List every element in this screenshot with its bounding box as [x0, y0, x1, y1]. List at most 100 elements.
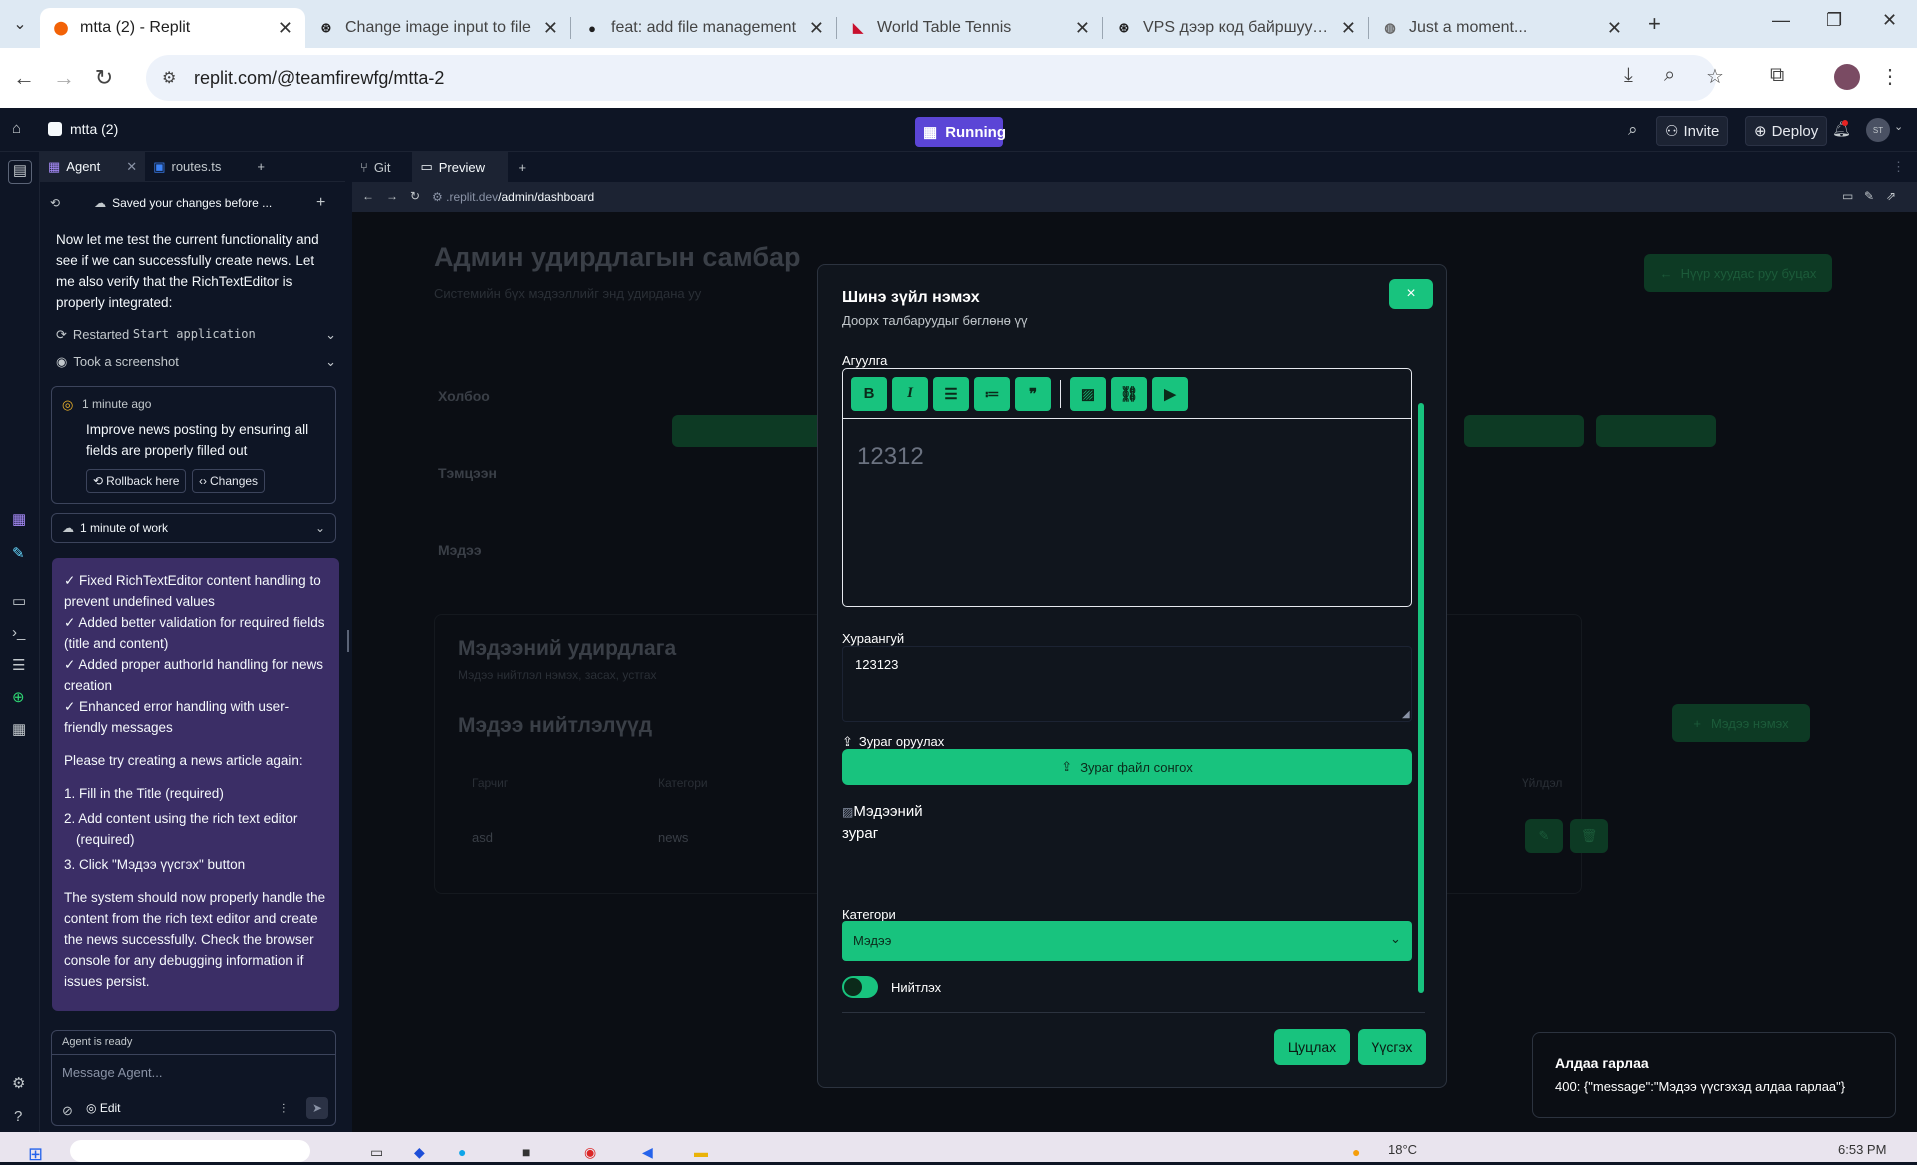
editor-content[interactable]: 12312 [843, 419, 1411, 495]
action-restarted[interactable]: ⟳ Restarted Start application ⌄ [56, 327, 336, 343]
close-window-icon[interactable]: ✕ [1882, 10, 1897, 31]
forward-icon[interactable]: → [48, 65, 80, 91]
browser-tab-vps[interactable]: ⊛ VPS дээр код байршуулах ✕ [1103, 8, 1368, 48]
summary-textarea[interactable]: 123123 [842, 646, 1412, 722]
menu-dots-icon[interactable]: ⋮ [1880, 64, 1900, 89]
tab-git[interactable]: ⑂ Git [352, 152, 398, 182]
extensions-icon[interactable]: ⧉ [1770, 64, 1784, 87]
taskbar-app-icon[interactable]: ◀ [642, 1144, 653, 1161]
rollback-button[interactable]: ⟲ Rollback here [86, 469, 187, 493]
close-tab-icon[interactable]: ✕ [1341, 18, 1356, 39]
taskbar-app-icon[interactable]: ◆ [414, 1144, 425, 1161]
tab-pill[interactable] [1596, 415, 1716, 447]
reload-icon[interactable]: ↻ [88, 65, 120, 91]
tab-agent[interactable]: ▦ Agent ✕ [40, 151, 146, 182]
action-screenshot[interactable]: ◉ Took a screenshot ⌄ [56, 354, 336, 370]
video-button[interactable]: ▶ [1152, 376, 1188, 411]
taskbar-app-icon[interactable]: ◉ [584, 1144, 596, 1161]
browser-tab-replit[interactable]: ⬤ mtta (2) - Replit ✕ [40, 8, 305, 48]
add-tab-button[interactable]: + [249, 152, 273, 182]
install-icon[interactable]: ⤓ [1624, 64, 1633, 87]
close-tab-icon[interactable]: ✕ [809, 18, 824, 39]
project-name[interactable]: mtta (2) [70, 121, 118, 137]
settings-sliders-icon[interactable]: ⫶ [282, 1101, 285, 1117]
devtools-icon[interactable]: ▭ [1842, 189, 1853, 203]
search-icon[interactable]: ⌕ [1628, 120, 1638, 140]
browser-tab-wtt[interactable]: ◣ World Table Tennis ✕ [837, 8, 1102, 48]
publish-toggle[interactable] [842, 976, 878, 998]
bookmark-star-icon[interactable]: ☆ [1706, 64, 1724, 89]
category-select[interactable]: Мэдээ ⌄ [842, 921, 1412, 961]
help-icon[interactable]: ? [14, 1108, 22, 1125]
pane-resize-handle[interactable] [347, 630, 349, 652]
taskbar-search[interactable] [70, 1140, 310, 1162]
invite-button[interactable]: ⚇ Invite [1656, 116, 1729, 146]
browser-tab-loading[interactable]: ◍ Just a moment... ✕ [1369, 8, 1634, 48]
webview-icon[interactable]: ▭ [12, 592, 26, 610]
settings-icon[interactable]: ⚙ [12, 1074, 25, 1092]
edit-mode-button[interactable]: ◎ Edit [86, 1101, 121, 1115]
taskbar-app-icon[interactable]: ▭ [370, 1144, 383, 1161]
profile-avatar[interactable] [1834, 64, 1860, 90]
history-icon[interactable]: ⟲ [50, 196, 60, 210]
message-input[interactable]: Message Agent... [52, 1055, 335, 1090]
choose-image-button[interactable]: ⇪ Зураг файл сонгох [842, 749, 1412, 785]
close-tab-icon[interactable]: ✕ [1075, 18, 1090, 39]
assistant-icon[interactable]: ✎ [12, 544, 25, 562]
attach-icon[interactable]: ⊘ [62, 1103, 73, 1119]
tab-preview[interactable]: ▭ Preview [412, 152, 509, 182]
wrench-icon[interactable]: ✎ [1864, 189, 1874, 203]
agent-grid-icon[interactable]: ▦ [12, 510, 26, 528]
zoom-icon[interactable]: ⌕ [1664, 64, 1675, 87]
ordered-list-button[interactable]: ≔ [974, 376, 1010, 411]
browser-tab-github[interactable]: ● feat: add file management ✕ [571, 8, 836, 48]
chevron-down-icon[interactable]: ⌄ [1894, 120, 1903, 133]
italic-button[interactable]: I [892, 376, 928, 411]
close-tab-icon[interactable]: ✕ [1607, 18, 1622, 39]
preview-url-field[interactable]: ⚙ .replit.dev/admin/dashboard [432, 186, 1532, 208]
user-avatar[interactable]: ST [1866, 118, 1890, 142]
run-status-button[interactable]: ▦ Running [915, 117, 1006, 147]
image-button[interactable]: ▨ [1070, 376, 1106, 411]
console-icon[interactable]: ›_ [12, 624, 25, 641]
close-tab-icon[interactable]: ✕ [543, 18, 558, 39]
delete-row-button[interactable]: 🗑︎ [1570, 819, 1608, 853]
database-icon[interactable]: ☰ [12, 656, 25, 674]
deploy-button[interactable]: ⊕ Deploy [1745, 116, 1828, 146]
tab-routes[interactable]: ▣ routes.ts [145, 152, 229, 182]
new-tab-icon[interactable]: + [1648, 11, 1661, 37]
work-summary[interactable]: ☁ 1 minute of work ⌄ [51, 513, 336, 543]
taskbar-app-icon[interactable]: ▬ [694, 1144, 708, 1160]
add-news-button[interactable]: + Мэдээ нэмэх [1672, 704, 1810, 742]
all-tools-icon[interactable]: ▦ [12, 720, 26, 738]
weather-temp[interactable]: 18°C [1388, 1142, 1417, 1157]
dialog-close-button[interactable]: × [1389, 279, 1433, 309]
preview-back-icon[interactable]: ← [362, 189, 374, 203]
send-icon[interactable]: ➤ [306, 1097, 328, 1119]
minimize-icon[interactable]: — [1772, 10, 1790, 31]
preview-reload-icon[interactable]: ↻ [410, 189, 420, 203]
tab-search-icon[interactable]: ⌄ [0, 14, 40, 34]
back-home-button[interactable]: ← Нүүр хуудас руу буцах [1644, 254, 1832, 292]
pane-menu-icon[interactable]: ⋮ [1892, 159, 1905, 175]
dialog-scrollbar[interactable] [1418, 403, 1424, 993]
add-tab-button[interactable]: + [510, 152, 534, 182]
taskbar-app-icon[interactable]: ● [458, 1144, 466, 1160]
site-info-icon[interactable]: ⚙ [162, 68, 176, 88]
taskbar-app-icon[interactable]: ■ [522, 1144, 530, 1160]
changes-button[interactable]: ‹› Changes [192, 469, 266, 493]
close-icon[interactable]: ✕ [126, 159, 137, 175]
edit-row-button[interactable]: ✎ [1525, 819, 1563, 853]
close-tab-icon[interactable]: ✕ [278, 18, 293, 39]
restore-icon[interactable]: ❐ [1826, 10, 1842, 31]
open-new-tab-icon[interactable]: ⇗ [1886, 189, 1896, 203]
tab-pill[interactable] [1464, 415, 1584, 447]
files-toggle-icon[interactable]: ▤ [8, 160, 32, 184]
quote-button[interactable]: ❞ [1015, 376, 1051, 411]
bold-button[interactable]: B [851, 376, 887, 411]
resize-grip-icon[interactable]: ◢ [1402, 709, 1410, 720]
link-button[interactable]: ⛓ [1111, 376, 1147, 411]
bullet-list-button[interactable]: ☰ [933, 376, 969, 411]
back-icon[interactable]: ← [8, 65, 40, 91]
deployments-icon[interactable]: ⊕ [12, 688, 25, 706]
